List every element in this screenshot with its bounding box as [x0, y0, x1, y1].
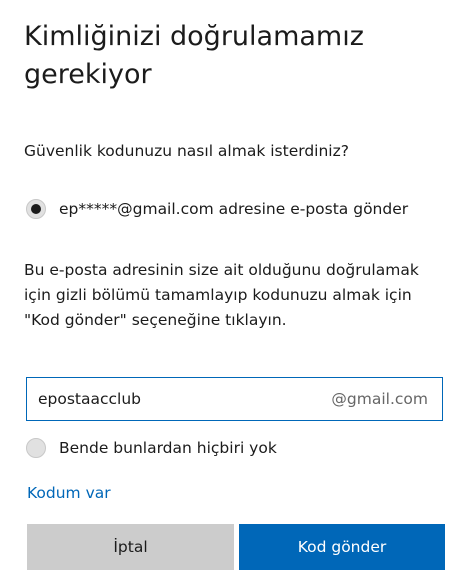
email-input[interactable] [27, 379, 332, 419]
email-domain-suffix: @gmail.com [331, 390, 428, 408]
send-code-button[interactable]: Kod gönder [239, 524, 445, 570]
email-input-box[interactable]: @gmail.com [26, 377, 443, 421]
page-title: Kimliğinizi doğrulamamız gerekiyor [24, 21, 364, 90]
have-code-link[interactable]: Kodum var [27, 482, 111, 504]
none-option-label[interactable]: Bende bunlardan hiçbiri yok [59, 437, 277, 459]
email-option-label[interactable]: ep*****@gmail.com adresine e-posta gönde… [59, 198, 408, 220]
delivery-method-question: Güvenlik kodunuzu nasıl almak isterdiniz… [24, 142, 349, 160]
none-option-radio[interactable] [26, 438, 46, 458]
radio-selected-dot [31, 204, 41, 214]
option-email-radio-row[interactable]: ep*****@gmail.com adresine e-posta gönde… [26, 198, 408, 220]
option-none-radio-row[interactable]: Bende bunlardan hiçbiri yok [26, 437, 277, 459]
email-option-radio[interactable] [26, 199, 46, 219]
cancel-button[interactable]: İptal [27, 524, 234, 570]
verification-description: Bu e-posta adresinin size ait olduğunu d… [24, 261, 419, 329]
